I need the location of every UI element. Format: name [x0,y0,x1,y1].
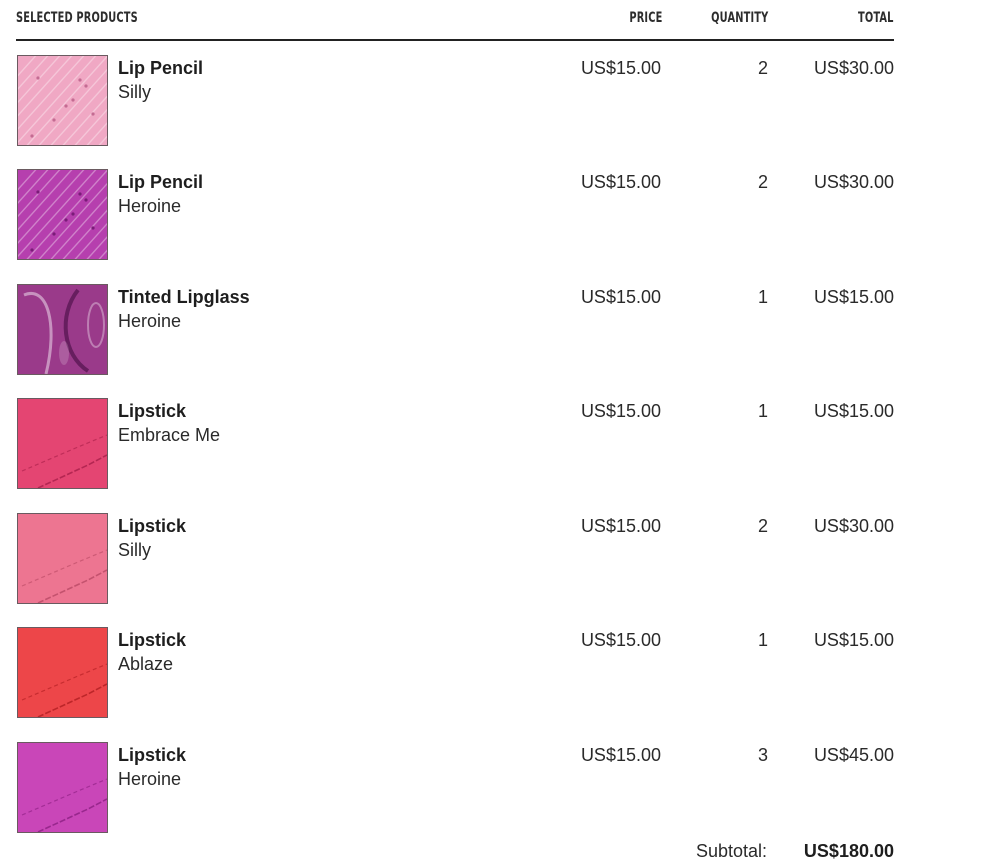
product-name[interactable]: Lipstick [118,516,186,537]
swatch-texture [18,170,107,259]
item-total: US$15.00 [813,630,894,650]
cart-table: SELECTED PRODUCTS PRICE QUANTITY TOTAL L… [16,0,894,833]
product-shade: Heroine [118,196,182,216]
table-row: Lipstick Embrace Me US$15.00 1 US$15.00 [16,398,894,490]
product-shade: Ablaze [118,654,174,674]
item-total: US$30.00 [813,58,894,78]
product-swatch-image[interactable] [17,398,108,489]
item-price: US$15.00 [580,516,661,536]
item-total: US$15.00 [813,401,894,421]
header-selected-products: SELECTED PRODUCTS [16,10,138,26]
product-swatch-image[interactable] [17,284,108,375]
cart-header: SELECTED PRODUCTS PRICE QUANTITY TOTAL [16,0,894,41]
swatch-texture [18,628,107,717]
item-quantity: 1 [757,287,768,307]
product-swatch-image[interactable] [17,627,108,718]
header-price: PRICE [628,10,662,26]
item-price: US$15.00 [580,401,661,421]
product-name[interactable]: Lip Pencil [118,58,203,79]
subtotal-value: US$180.00 [803,841,894,861]
table-row: Lipstick Ablaze US$15.00 1 US$15.00 [16,627,894,719]
product-name[interactable]: Lip Pencil [118,172,203,193]
header-quantity: QUANTITY [710,10,768,26]
swatch-texture [18,514,107,603]
item-price: US$15.00 [580,745,661,765]
item-price: US$15.00 [580,287,661,307]
subtotal-row: Subtotal: US$180.00 [0,841,894,865]
header-total: TOTAL [858,10,894,26]
item-quantity: 3 [757,745,768,765]
product-shade: Silly [118,540,152,560]
product-name[interactable]: Lipstick [118,745,186,766]
swatch-texture [18,56,107,145]
product-shade: Heroine [118,769,182,789]
item-price: US$15.00 [580,172,661,192]
table-row: Tinted Lipglass Heroine US$15.00 1 US$15… [16,284,894,376]
product-name[interactable]: Lipstick [118,401,186,422]
table-row: Lipstick Silly US$15.00 2 US$30.00 [16,513,894,605]
product-swatch-image[interactable] [17,55,108,146]
item-total: US$15.00 [813,287,894,307]
product-shade: Silly [118,82,152,102]
item-price: US$15.00 [580,630,661,650]
item-price: US$15.00 [580,58,661,78]
table-row: Lip Pencil Heroine US$15.00 2 US$30.00 [16,169,894,261]
item-quantity: 2 [757,516,768,536]
item-total: US$30.00 [813,172,894,192]
swatch-texture [18,399,107,488]
item-quantity: 1 [757,630,768,650]
swatch-texture [18,285,107,374]
product-shade: Embrace Me [118,425,221,445]
subtotal-label: Subtotal: [695,841,767,861]
item-quantity: 2 [757,58,768,78]
product-shade: Heroine [118,311,182,331]
product-swatch-image[interactable] [17,513,108,604]
item-total: US$45.00 [813,745,894,765]
product-swatch-image[interactable] [17,742,108,833]
product-name[interactable]: Tinted Lipglass [118,287,250,308]
product-swatch-image[interactable] [17,169,108,260]
item-total: US$30.00 [813,516,894,536]
product-name[interactable]: Lipstick [118,630,186,651]
table-row: Lip Pencil Silly US$15.00 2 US$30.00 [16,55,894,147]
item-quantity: 2 [757,172,768,192]
swatch-texture [18,743,107,832]
item-quantity: 1 [757,401,768,421]
table-row: Lipstick Heroine US$15.00 3 US$45.00 [16,742,894,834]
